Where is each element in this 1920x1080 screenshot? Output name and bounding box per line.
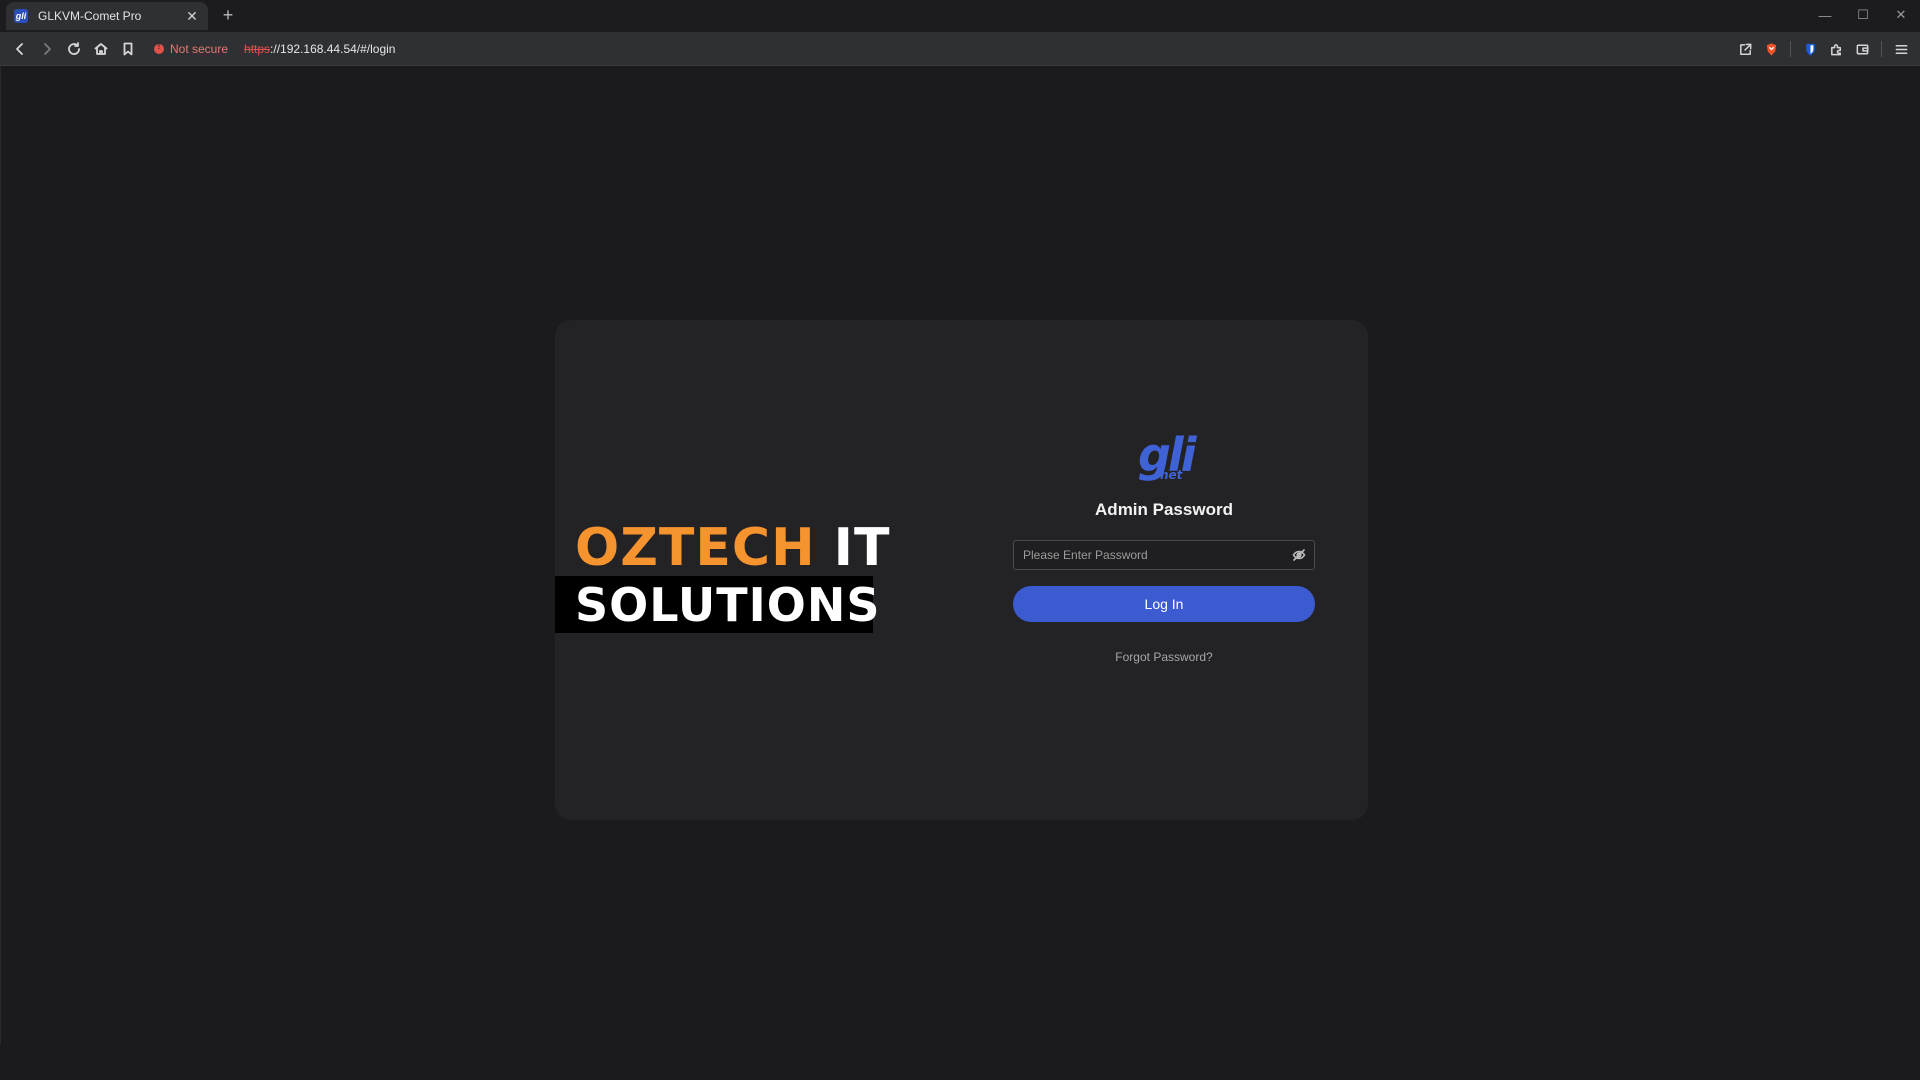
glinet-logo-sub: net [1160,468,1183,482]
forward-icon[interactable] [35,37,59,61]
toolbar-actions [1732,32,1914,66]
brand-word-it: IT [833,518,891,578]
brand-word-oztech: OZTECH [575,518,816,578]
password-field [1013,540,1315,570]
bookmark-icon[interactable] [116,37,140,61]
login-button[interactable]: Log In [1013,586,1315,622]
glinet-logo: gli net [1134,428,1196,486]
reload-icon[interactable] [62,37,86,61]
menu-icon[interactable] [1888,36,1914,62]
brave-shield-icon[interactable] [1758,36,1784,62]
close-window-button[interactable]: ✕ [1882,0,1920,30]
toolbar-divider [1881,41,1882,57]
page-viewport: OZTECH IT SOLUTIONS gli net Admin Passwo… [0,66,1920,1044]
maximize-button[interactable]: ☐ [1844,0,1882,30]
form-title: Admin Password [1095,500,1233,519]
forgot-password-link[interactable]: Forgot Password? [1013,650,1315,664]
login-form: gli net Admin Password Log In Forgot Pas… [1013,428,1315,664]
home-icon[interactable] [89,37,113,61]
warning-icon[interactable] [154,42,164,54]
address-bar[interactable]: Not secure https://192.168.44.54/#/login [154,37,395,61]
url-scheme: https [244,41,271,56]
browser-tab[interactable]: gli GLKVM-Comet Pro ✕ [6,2,208,30]
tab-close-icon[interactable]: ✕ [184,8,200,25]
tab-strip: gli GLKVM-Comet Pro ✕ + — ☐ ✕ [0,0,1920,32]
url-text[interactable]: https://192.168.44.54/#/login [244,42,395,56]
window-controls: — ☐ ✕ [1806,0,1920,32]
back-icon[interactable] [8,37,32,61]
tab-title: GLKVM-Comet Pro [38,9,142,23]
wallet-icon[interactable] [1849,36,1875,62]
brand-logo: OZTECH IT SOLUTIONS [555,512,889,633]
share-icon[interactable] [1732,36,1758,62]
tab-favicon-icon: gli [14,9,28,23]
browser-toolbar: Not secure https://192.168.44.54/#/login [0,32,1920,66]
toolbar-divider [1790,41,1791,57]
password-input[interactable] [1014,541,1314,569]
login-card: OZTECH IT SOLUTIONS gli net Admin Passwo… [555,320,1368,820]
new-tab-button[interactable]: + [218,5,238,25]
brand-word-solutions: SOLUTIONS [555,576,879,633]
brand-logo-top: OZTECH IT [555,512,889,578]
window-bottom-edge [0,1044,1920,1080]
bitwarden-icon[interactable] [1797,36,1823,62]
security-indicator[interactable]: Not secure [170,42,228,56]
extensions-icon[interactable] [1823,36,1849,62]
url-path: ://192.168.44.54/#/login [270,41,396,56]
minimize-button[interactable]: — [1806,0,1844,30]
eye-off-icon[interactable] [1292,548,1306,562]
